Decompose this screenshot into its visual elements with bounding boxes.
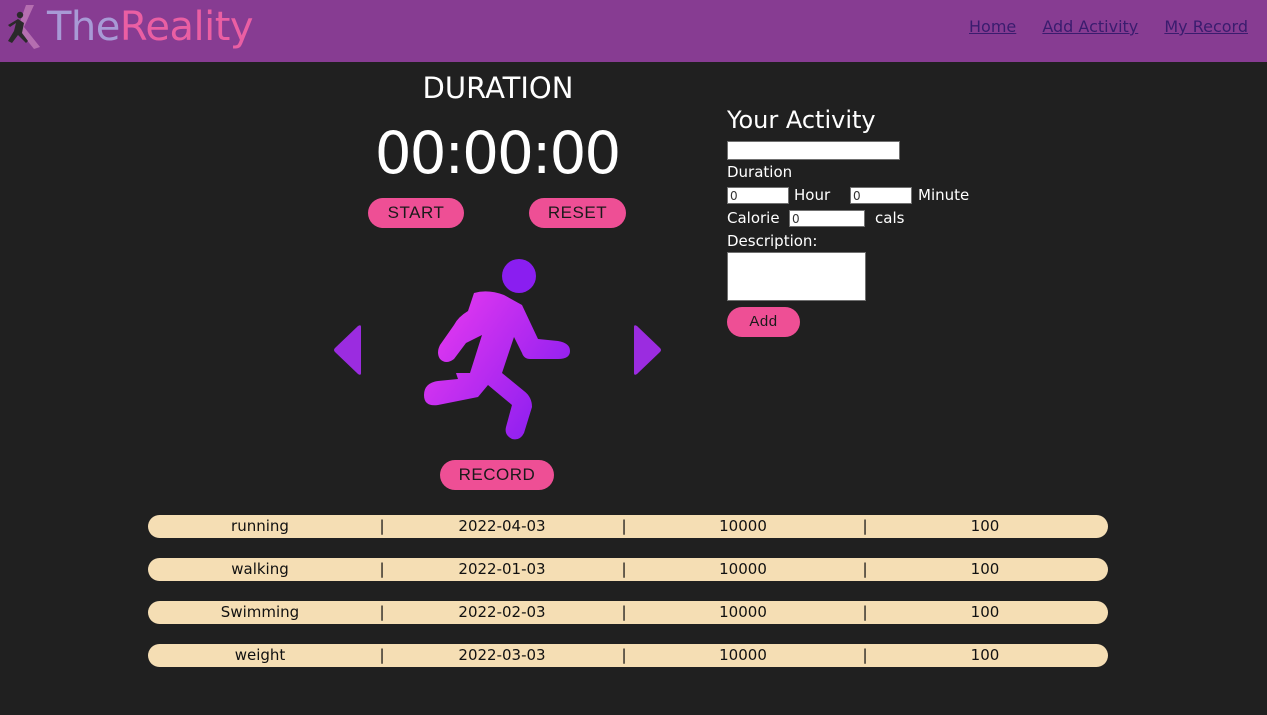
triangle-right-icon[interactable] xyxy=(632,324,663,376)
timer-display: 00:00:00 xyxy=(374,119,622,187)
form-title: Your Activity xyxy=(727,106,876,134)
record-row[interactable]: Swimming 2022-02-03 10000 100 | | | xyxy=(148,601,1108,624)
record-separator: | xyxy=(379,646,385,664)
record-separator: | xyxy=(379,603,385,621)
record-separator: | xyxy=(862,560,868,578)
record-separator: | xyxy=(862,646,868,664)
minute-label: Minute xyxy=(918,186,970,204)
calorie-label: Calorie xyxy=(727,209,780,227)
record-steps: 10000 xyxy=(719,646,767,664)
nav-links: Home Add Activity My Record xyxy=(948,16,1248,38)
logo-text-the: The xyxy=(47,4,120,50)
record-value: 100 xyxy=(970,646,1000,664)
duration-title: DURATION xyxy=(422,71,574,105)
triangle-left-icon[interactable] xyxy=(332,324,363,376)
record-name: running xyxy=(231,517,289,535)
record-separator: | xyxy=(379,517,385,535)
hour-input[interactable]: 0 xyxy=(727,187,789,204)
nav-link-my-record[interactable]: My Record xyxy=(1164,16,1248,38)
record-steps: 10000 xyxy=(719,603,767,621)
record-separator: | xyxy=(862,517,868,535)
running-person-icon xyxy=(424,259,570,440)
record-date: 2022-02-03 xyxy=(458,603,546,621)
nav-link-home[interactable]: Home xyxy=(969,16,1016,38)
record-separator: | xyxy=(621,517,627,535)
runner-logo-icon xyxy=(8,5,40,49)
record-name: Swimming xyxy=(220,603,300,621)
nav-link-add-activity[interactable]: Add Activity xyxy=(1042,16,1138,38)
record-row[interactable]: walking 2022-01-03 10000 100 | | | xyxy=(148,558,1108,581)
logo-text-reality: Reality xyxy=(119,4,254,50)
record-value: 100 xyxy=(970,560,1000,578)
calorie-unit: cals xyxy=(875,209,905,227)
record-date: 2022-01-03 xyxy=(458,560,546,578)
description-textarea[interactable] xyxy=(727,252,866,301)
record-separator: | xyxy=(862,603,868,621)
record-value: 100 xyxy=(970,517,1000,535)
calorie-input[interactable]: 0 xyxy=(789,210,865,227)
record-separator: | xyxy=(621,646,627,664)
minute-input[interactable]: 0 xyxy=(850,187,912,204)
record-row[interactable]: running 2022-04-03 10000 100 | | | xyxy=(148,515,1108,538)
record-date: 2022-03-03 xyxy=(458,646,546,664)
start-button[interactable]: START xyxy=(368,198,464,228)
record-separator: | xyxy=(379,560,385,578)
activity-name-input[interactable] xyxy=(727,141,900,160)
record-separator: | xyxy=(621,603,627,621)
record-name: weight xyxy=(234,646,286,664)
app-logo[interactable]: TheReality xyxy=(47,2,254,52)
description-label: Description: xyxy=(727,232,818,250)
record-steps: 10000 xyxy=(719,517,767,535)
record-date: 2022-04-03 xyxy=(458,517,546,535)
record-button[interactable]: RECORD xyxy=(440,460,554,490)
reset-button[interactable]: RESET xyxy=(529,198,626,228)
add-button[interactable]: Add xyxy=(727,307,800,337)
hour-label: Hour xyxy=(794,186,831,204)
navbar: TheReality Home Add Activity My Record xyxy=(0,0,1267,62)
record-separator: | xyxy=(621,560,627,578)
record-steps: 10000 xyxy=(719,560,767,578)
record-value: 100 xyxy=(970,603,1000,621)
record-row[interactable]: weight 2022-03-03 10000 100 | | | xyxy=(148,644,1108,667)
duration-label: Duration xyxy=(727,163,793,181)
record-name: walking xyxy=(231,560,289,578)
